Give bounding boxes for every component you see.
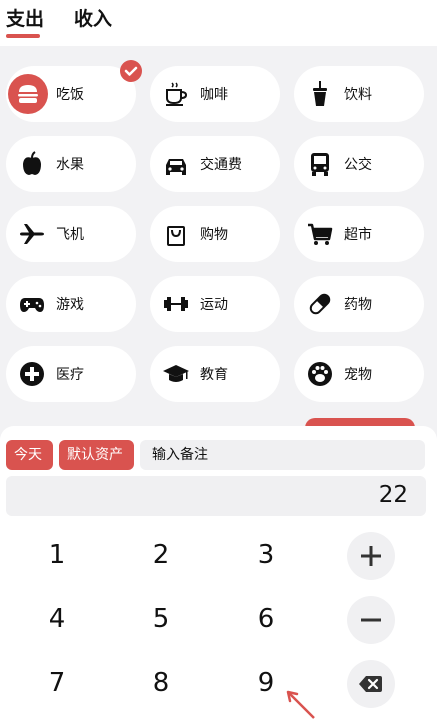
category-label: 饮料 — [344, 87, 372, 103]
date-chip[interactable]: 今天 — [6, 440, 53, 470]
key-5[interactable]: 5 — [131, 594, 191, 644]
category-label: 购物 — [200, 227, 228, 243]
minus-button[interactable] — [347, 596, 395, 644]
graduation-cap-icon — [160, 358, 192, 390]
active-tab-indicator — [6, 34, 40, 38]
paw-icon — [304, 358, 336, 390]
plus-button[interactable] — [347, 532, 395, 580]
category-fruit[interactable]: 水果 — [6, 136, 136, 192]
pointer-arrow-icon — [282, 688, 322, 720]
category-food[interactable]: 吃饭 — [6, 60, 142, 122]
category-games[interactable]: 游戏 — [6, 276, 136, 332]
category-medicine[interactable]: 药物 — [294, 276, 424, 332]
apple-icon — [16, 148, 48, 180]
key-2[interactable]: 2 — [131, 530, 191, 580]
key-4[interactable]: 4 — [27, 594, 87, 644]
key-1[interactable]: 1 — [27, 530, 87, 580]
category-flight[interactable]: 飞机 — [6, 206, 136, 262]
airplane-icon — [16, 218, 48, 250]
shopping-bag-icon — [160, 218, 192, 250]
category-label: 宠物 — [344, 367, 372, 383]
category-education[interactable]: 教育 — [150, 346, 280, 402]
category-pets[interactable]: 宠物 — [294, 346, 424, 402]
coffee-cup-icon — [160, 78, 192, 110]
category-medical[interactable]: 医疗 — [6, 346, 136, 402]
amount-value: 22 — [378, 482, 408, 508]
category-label: 水果 — [56, 157, 84, 173]
category-supermarket[interactable]: 超市 — [294, 206, 424, 262]
bus-icon — [304, 148, 336, 180]
category-transport-fee[interactable]: 交通费 — [150, 136, 280, 192]
key-8[interactable]: 8 — [131, 658, 191, 708]
plus-icon — [361, 546, 381, 566]
category-shopping[interactable]: 购物 — [150, 206, 280, 262]
key-3[interactable]: 3 — [236, 530, 296, 580]
category-label: 咖啡 — [200, 87, 228, 103]
category-label: 教育 — [200, 367, 228, 383]
selected-check-icon — [120, 60, 142, 82]
category-label: 游戏 — [56, 297, 84, 313]
category-label: 超市 — [344, 227, 372, 243]
category-label: 交通费 — [200, 157, 242, 173]
category-grid: 吃饭 咖啡 饮料 水果 交通费 公交 飞机 购物 超市 游戏 运动 药物 医疗 … — [0, 46, 437, 426]
category-sports[interactable]: 运动 — [150, 276, 280, 332]
category-coffee[interactable]: 咖啡 — [150, 66, 280, 122]
type-tabs: 支出 收入 — [0, 0, 437, 46]
hamburger-icon — [8, 74, 48, 114]
shopping-cart-icon — [304, 218, 336, 250]
category-bus[interactable]: 公交 — [294, 136, 424, 192]
tab-expense[interactable]: 支出 — [6, 4, 44, 31]
amount-display: 22 — [6, 476, 426, 516]
category-label: 医疗 — [56, 367, 84, 383]
key-6[interactable]: 6 — [236, 594, 296, 644]
category-label: 飞机 — [56, 227, 84, 243]
category-label: 药物 — [344, 297, 372, 313]
tab-income[interactable]: 收入 — [74, 4, 112, 31]
drink-cup-icon — [304, 78, 336, 110]
category-label: 运动 — [200, 297, 228, 313]
dumbbell-icon — [160, 288, 192, 320]
car-icon — [160, 148, 192, 180]
minus-icon — [361, 618, 381, 622]
category-label: 公交 — [344, 157, 372, 173]
asset-chip[interactable]: 默认资产 — [59, 440, 134, 470]
category-drinks[interactable]: 饮料 — [294, 66, 424, 122]
category-label: 吃饭 — [56, 87, 84, 103]
backspace-icon — [359, 676, 382, 692]
medical-cross-icon — [16, 358, 48, 390]
pill-icon — [304, 288, 336, 320]
key-7[interactable]: 7 — [27, 658, 87, 708]
backspace-button[interactable] — [347, 660, 395, 708]
note-input[interactable] — [140, 440, 425, 470]
gamepad-icon — [16, 288, 48, 320]
